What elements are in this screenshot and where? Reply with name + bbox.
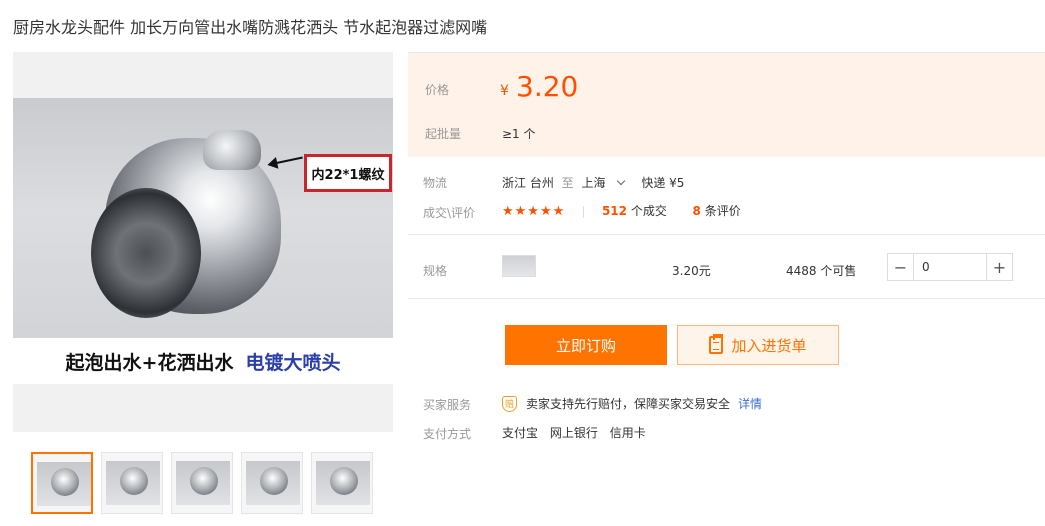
purchase-panel: 价格 ¥ 3.20 起批量 ≥1 个 物流 浙江 台州 至 上海 快递 ¥5 成… [408,52,1045,441]
deal-label: 成交\评价 [423,206,476,220]
chevron-down-icon [616,176,625,186]
banner-right-text: 电镀大喷头 [245,351,341,374]
to-word: 至 [561,176,574,190]
price-box: 价格 ¥ 3.20 起批量 ≥1 个 [408,52,1045,157]
spec-label: 规格 [423,264,448,278]
service-label: 买家服务 [423,398,472,412]
add-to-list-label: 加入进货单 [731,336,807,355]
main-product-image[interactable]: 内22*1螺纹 起泡出水+花洒出水 电镀大喷头 [13,52,393,432]
payment-method: 信用卡 [609,426,646,440]
deals-count[interactable]: 512 [602,204,627,218]
moq-label: 起批量 [425,127,462,141]
details-link[interactable]: 详情 [738,395,762,412]
ship-from: 浙江 台州 [502,176,554,190]
express-fee: 快递 ¥5 [641,176,685,190]
stock-count: 4488 个可售 [786,264,857,278]
increase-button[interactable]: + [986,254,1012,280]
reviews-suffix: 条评价 [704,204,741,218]
quantity-stepper: − + [887,253,1013,281]
payment-label: 支付方式 [423,427,472,441]
payment-method: 支付宝 [502,426,539,440]
quantity-input[interactable] [914,254,986,280]
thumbnail-5[interactable] [311,452,373,514]
sku-price: 3.20元 [672,264,711,278]
thread-spec-tag: 内22*1螺纹 [304,154,392,192]
clipboard-icon [709,334,724,354]
faucet-nozzle-image [91,130,281,318]
sku-thumbnail[interactable] [502,255,536,277]
thumbnail-2[interactable] [101,452,163,514]
thumbnail-3[interactable] [171,452,233,514]
divider [408,234,1045,235]
thumbnail-list [31,452,373,514]
reviews-count[interactable]: 8 [693,204,701,218]
arrow-icon [269,156,303,166]
rating-stars-icon: ★★★★★ [502,204,566,219]
add-to-list-button[interactable]: 加入进货单 [677,325,839,365]
logistics-label: 物流 [423,176,448,190]
banner-left-text: 起泡出水+花洒出水 [65,351,234,374]
thumbnail-1[interactable] [31,452,93,514]
price-label: 价格 [425,83,450,97]
ship-to-select[interactable]: 上海 [582,176,634,190]
ship-to: 上海 [581,176,606,190]
divider [408,298,1045,299]
price-value: 3.20 [516,70,579,103]
thumbnail-4[interactable] [241,452,303,514]
payment-method: 网上银行 [549,426,598,440]
decrease-button[interactable]: − [888,254,914,280]
currency-symbol: ¥ [500,83,509,99]
deals-suffix: 个成交 [630,204,667,218]
image-banner: 起泡出水+花洒出水 电镀大喷头 [13,338,393,384]
product-photo: 内22*1螺纹 起泡出水+花洒出水 电镀大喷头 [13,98,393,384]
product-title: 厨房水龙头配件 加长万向管出水嘴防溅花洒头 节水起泡器过滤网嘴 [13,18,488,37]
shield-icon: 赔 [502,395,517,412]
buy-now-button[interactable]: 立即订购 [505,325,667,365]
service-text: 卖家支持先行赔付，保障买家交易安全 [526,397,731,411]
moq-value: ≥1 个 [502,127,536,141]
